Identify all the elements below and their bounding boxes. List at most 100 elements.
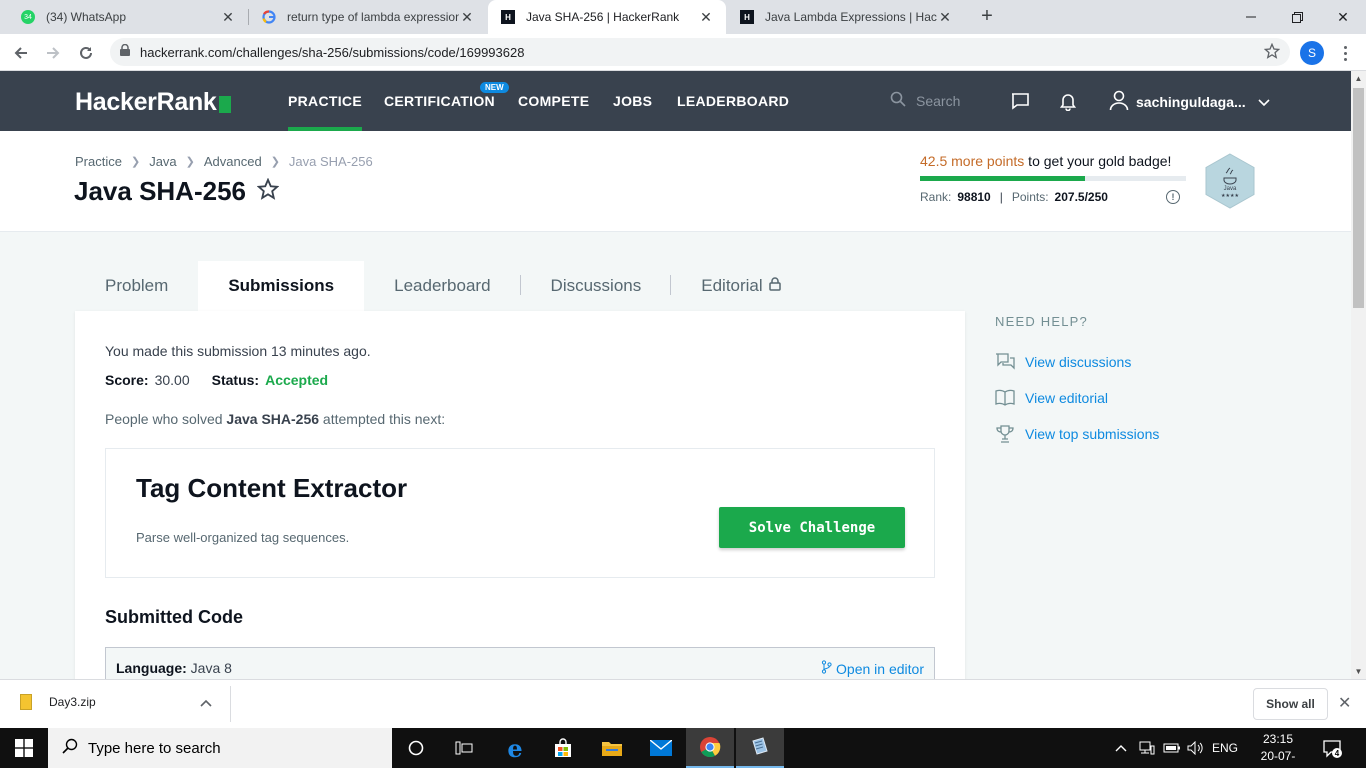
score-status-row: Score: 30.00 Status: Accepted <box>105 372 329 388</box>
chevron-up-icon[interactable] <box>200 696 212 710</box>
reload-icon[interactable] <box>73 40 99 66</box>
bookmark-star-icon[interactable] <box>256 177 280 206</box>
taskbar-search-input[interactable]: Type here to search <box>48 728 392 768</box>
restore-button[interactable] <box>1274 0 1320 34</box>
messages-icon[interactable] <box>1008 89 1032 113</box>
user-menu[interactable]: sachinguldaga... <box>1108 89 1270 114</box>
browser-tab-hackerrank-active[interactable]: H Java SHA-256 | HackerRank ✕ <box>488 0 726 34</box>
search-icon <box>62 738 78 758</box>
browser-tab-whatsapp[interactable]: 34 (34) WhatsApp ✕ <box>8 0 248 34</box>
submission-time: You made this submission 13 minutes ago. <box>105 343 371 359</box>
mail-icon[interactable] <box>637 728 685 768</box>
taskbar-clock[interactable]: 23:15 20-07-2020 <box>1250 731 1306 768</box>
address-bar[interactable]: hackerrank.com/challenges/sha-256/submis… <box>110 38 1290 66</box>
notification-count: 4 <box>1335 749 1340 758</box>
notifications-bell-icon[interactable] <box>1056 89 1080 113</box>
nav-practice[interactable]: PRACTICE <box>288 71 362 131</box>
breadcrumb-advanced[interactable]: Advanced <box>204 154 262 169</box>
need-help-title: NEED HELP? <box>995 314 1088 329</box>
next-challenge-description: Parse well-organized tag sequences. <box>136 530 350 545</box>
tab-title: return type of lambda expression <box>287 10 459 24</box>
edge-icon[interactable]: e <box>491 728 539 768</box>
discussions-icon <box>995 353 1015 371</box>
page-viewport: HackerRank PRACTICE CERTIFICATION NEW CO… <box>0 71 1351 679</box>
tab-leaderboard[interactable]: Leaderboard <box>364 261 521 311</box>
scroll-up-icon[interactable]: ▲ <box>1351 71 1366 86</box>
rank-value: 98810 <box>957 190 991 204</box>
app-icon[interactable] <box>736 728 784 768</box>
nav-certification[interactable]: CERTIFICATION <box>384 71 495 131</box>
bookmark-star-icon[interactable] <box>1263 42 1281 64</box>
nav-jobs[interactable]: JOBS <box>613 71 652 131</box>
breadcrumb-practice[interactable]: Practice <box>75 154 122 169</box>
forward-icon[interactable] <box>40 40 66 66</box>
close-tab-icon[interactable]: ✕ <box>937 9 953 26</box>
branch-icon <box>821 660 832 677</box>
close-window-button[interactable]: ✕ <box>1320 0 1366 34</box>
info-icon[interactable]: ! <box>1166 190 1180 204</box>
browser-menu-icon[interactable] <box>1333 40 1357 66</box>
tab-editorial[interactable]: Editorial <box>671 261 810 311</box>
hackerrank-favicon-icon: H <box>500 9 516 25</box>
page-scrollbar[interactable]: ▲ ▼ <box>1351 71 1366 679</box>
new-tab-button[interactable]: + <box>975 5 999 29</box>
book-icon <box>995 389 1015 407</box>
tab-title: Java Lambda Expressions | Hacke <box>765 10 937 24</box>
close-tab-icon[interactable]: ✕ <box>698 9 714 26</box>
browser-tab-google[interactable]: return type of lambda expression ✕ <box>249 0 487 34</box>
close-tab-icon[interactable]: ✕ <box>459 9 475 26</box>
profile-avatar[interactable]: S <box>1300 41 1324 65</box>
close-download-bar-icon[interactable]: ✕ <box>1338 693 1351 713</box>
input-language-indicator[interactable]: ENG <box>1212 728 1238 768</box>
need-help-panel: NEED HELP? View discussions View editori… <box>995 311 1159 443</box>
chevron-down-icon <box>1258 94 1270 110</box>
chrome-icon[interactable] <box>686 728 734 768</box>
tab-discussions[interactable]: Discussions <box>521 261 672 311</box>
rank-points-row: Rank: 98810 | Points: 207.5/250 <box>920 190 1108 204</box>
download-item[interactable]: Day3.zip <box>20 694 96 710</box>
breadcrumb-java[interactable]: Java <box>149 154 176 169</box>
breadcrumb-current: Java SHA-256 <box>288 154 373 169</box>
show-all-downloads-button[interactable]: Show all <box>1253 688 1328 720</box>
nav-search-input[interactable]: Search <box>890 91 960 110</box>
back-icon[interactable] <box>8 40 34 66</box>
network-icon[interactable] <box>1139 728 1155 768</box>
hackerrank-logo[interactable]: HackerRank <box>75 88 231 117</box>
download-filename: Day3.zip <box>49 695 96 709</box>
tab-title: (34) WhatsApp <box>46 10 127 24</box>
tab-title: Java SHA-256 | HackerRank <box>526 10 680 24</box>
close-tab-icon[interactable]: ✕ <box>220 9 236 26</box>
action-center-icon[interactable]: 4 <box>1322 738 1342 758</box>
download-divider <box>230 686 231 722</box>
scrollbar-thumb[interactable] <box>1353 88 1364 308</box>
browser-tabstrip: 34 (34) WhatsApp ✕ return type of lambda… <box>0 0 1366 34</box>
browser-tab-lambda[interactable]: H Java Lambda Expressions | Hacke ✕ <box>727 0 965 34</box>
submitted-code-heading: Submitted Code <box>105 607 243 627</box>
windows-start-icon[interactable] <box>0 728 48 768</box>
next-challenge-title[interactable]: Tag Content Extractor <box>136 473 407 504</box>
volume-icon[interactable] <box>1187 728 1205 768</box>
minimize-button[interactable] <box>1228 0 1274 34</box>
task-view-icon[interactable] <box>440 728 488 768</box>
view-top-submissions-link[interactable]: View top submissions <box>995 425 1159 443</box>
chevron-right-icon: ❯ <box>185 156 195 168</box>
battery-icon[interactable] <box>1163 728 1181 768</box>
open-in-editor-link[interactable]: Open in editor <box>821 660 924 677</box>
badge-progress-bar <box>920 176 1186 181</box>
language-info: Language: Java 8 <box>116 660 232 676</box>
nav-leaderboard[interactable]: LEADERBOARD <box>677 71 789 131</box>
tab-submissions[interactable]: Submissions <box>198 261 365 311</box>
store-icon[interactable] <box>539 728 587 768</box>
solve-challenge-button[interactable]: Solve Challenge <box>719 507 905 548</box>
tab-problem[interactable]: Problem <box>75 261 198 311</box>
java-badge-hexagon[interactable]: Java ★★★★ <box>1204 153 1256 209</box>
scroll-down-icon[interactable]: ▼ <box>1351 664 1366 679</box>
nav-compete[interactable]: COMPETE <box>518 71 589 131</box>
view-discussions-link[interactable]: View discussions <box>995 353 1131 371</box>
search-icon <box>890 91 906 110</box>
view-editorial-link[interactable]: View editorial <box>995 389 1108 407</box>
file-explorer-icon[interactable] <box>588 728 636 768</box>
trophy-icon <box>995 425 1015 443</box>
cortana-icon[interactable] <box>392 728 440 768</box>
show-hidden-icons-chevron-icon[interactable] <box>1115 728 1127 768</box>
